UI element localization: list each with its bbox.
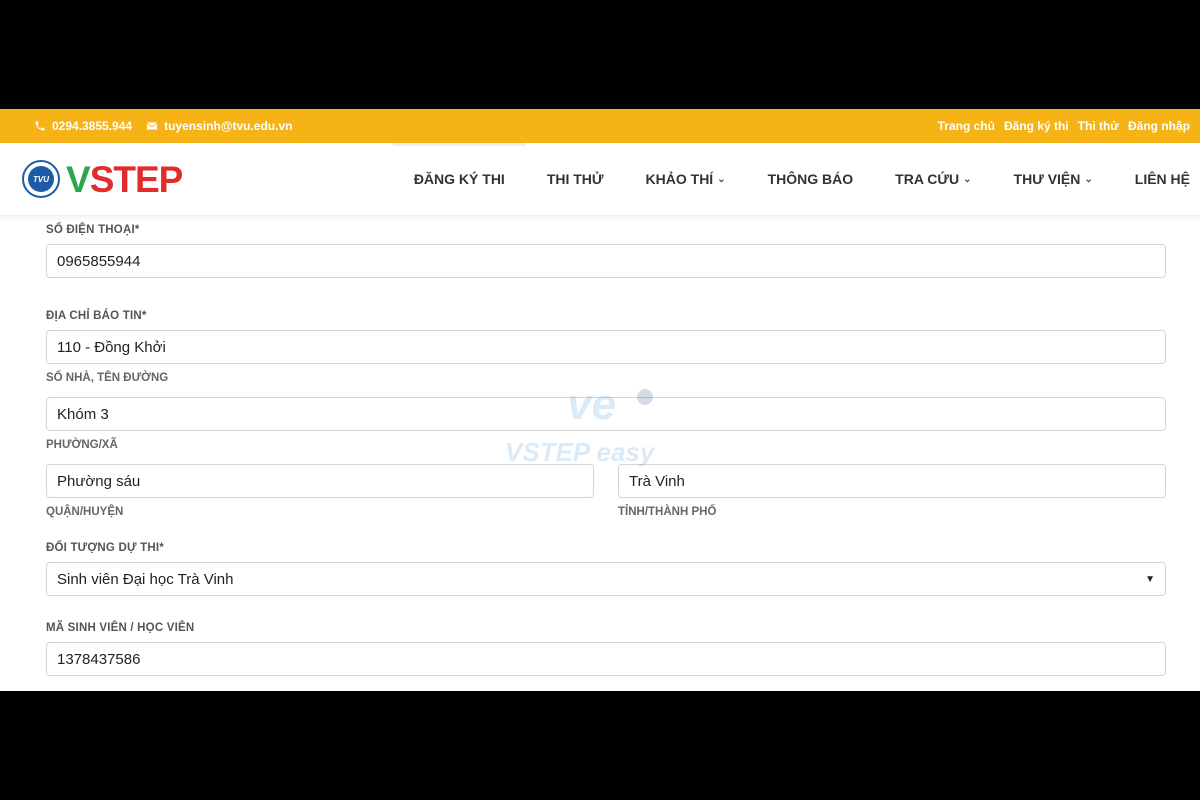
student-id-value: 1378437586: [57, 650, 141, 668]
province-col: Trà Vinh TỈNH/THÀNH PHỐ: [618, 464, 1166, 518]
email-contact[interactable]: tuyensinh@tvu.edu.vn: [146, 119, 292, 133]
link-login[interactable]: Đăng nhập: [1128, 119, 1190, 133]
phone-input[interactable]: 0965855944: [46, 244, 1166, 278]
brand-v: V: [66, 158, 91, 200]
nav-lookup[interactable]: TRA CỨU ⌄: [874, 143, 992, 215]
candidate-group: ĐỐI TƯỢNG DỰ THI* Sinh viên Đại học Trà …: [46, 542, 1166, 596]
nav-label: ĐĂNG KÝ THI: [413, 171, 505, 187]
site-logo[interactable]: TVU VSTEP: [22, 158, 184, 200]
street-hint: SỐ NHÀ, TÊN ĐƯỜNG: [46, 372, 169, 384]
candidate-label: ĐỐI TƯỢNG DỰ THI*: [46, 542, 164, 554]
nav-practice[interactable]: THI THỬ: [526, 143, 625, 215]
top-bar: 0294.3855.944 tuyensinh@tvu.edu.vn Trang…: [0, 109, 1200, 143]
nav-label: TRA CỨU: [895, 171, 960, 187]
ward-input[interactable]: Khóm 3: [46, 397, 1166, 431]
nav-library[interactable]: THƯ VIỆN ⌄: [993, 143, 1114, 215]
link-home[interactable]: Trang chủ: [938, 119, 995, 133]
seal-text: TVU: [28, 166, 54, 192]
student-id-group: MÃ SINH VIÊN / HỌC VIÊN 1378437586: [46, 622, 1166, 676]
district-hint: QUẬN/HUYỆN: [46, 506, 124, 518]
phone-text: 0294.3855.944: [52, 119, 133, 133]
street-value: 110 - Đồng Khởi: [57, 338, 166, 356]
brand-wordmark: VSTEP: [66, 158, 184, 200]
address-group: ĐỊA CHỈ BÁO TIN* 110 - Đồng Khởi SỐ NHÀ,…: [46, 310, 1166, 518]
page: 0294.3855.944 tuyensinh@tvu.edu.vn Trang…: [0, 109, 1200, 691]
district-value: Phường sáu: [57, 472, 141, 490]
ward-hint: PHƯỜNG/XÃ: [46, 439, 118, 451]
nav-label: THI THỬ: [546, 171, 604, 187]
envelope-icon: [147, 122, 158, 130]
site-header: TVU VSTEP ĐĂNG KÝ THI THI THỬ KHẢO THÍ ⌄ …: [0, 143, 1200, 216]
chevron-down-icon: ⌄: [1084, 173, 1093, 185]
student-id-label: MÃ SINH VIÊN / HỌC VIÊN: [46, 622, 195, 634]
nav-announcements[interactable]: THÔNG BÁO: [747, 143, 875, 215]
university-seal: TVU: [22, 160, 60, 198]
candidate-value: Sinh viên Đại học Trà Vinh: [57, 570, 234, 588]
email-text: tuyensinh@tvu.edu.vn: [164, 119, 293, 133]
nav-testing[interactable]: KHẢO THÍ ⌄: [625, 143, 747, 215]
student-id-input[interactable]: 1378437586: [46, 642, 1166, 676]
phone-contact[interactable]: 0294.3855.944: [34, 119, 132, 133]
link-practice[interactable]: Thi thử: [1078, 119, 1119, 133]
phone-icon: [35, 121, 45, 131]
province-input[interactable]: Trà Vinh: [618, 464, 1166, 498]
nav-register[interactable]: ĐĂNG KÝ THI: [392, 143, 526, 215]
phone-group: SỐ ĐIỆN THOẠI* 0965855944: [46, 224, 1166, 278]
nav-label: LIÊN HỆ: [1134, 171, 1190, 187]
chevron-down-icon: ⌄: [963, 173, 972, 185]
province-hint: TỈNH/THÀNH PHỐ: [618, 506, 717, 518]
brand-rest: STEP: [89, 158, 184, 200]
street-input[interactable]: 110 - Đồng Khởi: [46, 330, 1166, 364]
province-value: Trà Vinh: [629, 472, 685, 490]
district-province-row: Phường sáu QUẬN/HUYỆN Trà Vinh TỈNH/THÀN…: [46, 464, 1166, 518]
address-label: ĐỊA CHỈ BÁO TIN*: [46, 310, 147, 322]
chevron-down-icon: ⌄: [717, 173, 726, 185]
candidate-select[interactable]: Sinh viên Đại học Trà Vinh ▼: [46, 562, 1166, 596]
district-input[interactable]: Phường sáu: [46, 464, 594, 498]
top-links: Trang chủ Đăng ký thi Thi thử Đăng nhập: [938, 119, 1190, 133]
district-col: Phường sáu QUẬN/HUYỆN: [46, 464, 594, 518]
caret-down-icon: ▼: [1145, 573, 1155, 585]
nav-label: THÔNG BÁO: [767, 171, 854, 187]
nav-label: KHẢO THÍ: [645, 171, 714, 187]
phone-label: SỐ ĐIỆN THOẠI*: [46, 224, 140, 236]
phone-value: 0965855944: [57, 252, 141, 270]
nav-label: THƯ VIỆN: [1013, 171, 1081, 187]
main-nav: ĐĂNG KÝ THI THI THỬ KHẢO THÍ ⌄ THÔNG BÁO …: [392, 143, 1190, 215]
link-register[interactable]: Đăng ký thi: [1004, 119, 1069, 133]
ward-value: Khóm 3: [57, 405, 109, 423]
registration-form: SỐ ĐIỆN THOẠI* 0965855944 ĐỊA CHỈ BÁO TI…: [0, 216, 1200, 676]
nav-contact[interactable]: LIÊN HỆ: [1114, 143, 1190, 215]
contact-info: 0294.3855.944 tuyensinh@tvu.edu.vn: [34, 119, 292, 133]
